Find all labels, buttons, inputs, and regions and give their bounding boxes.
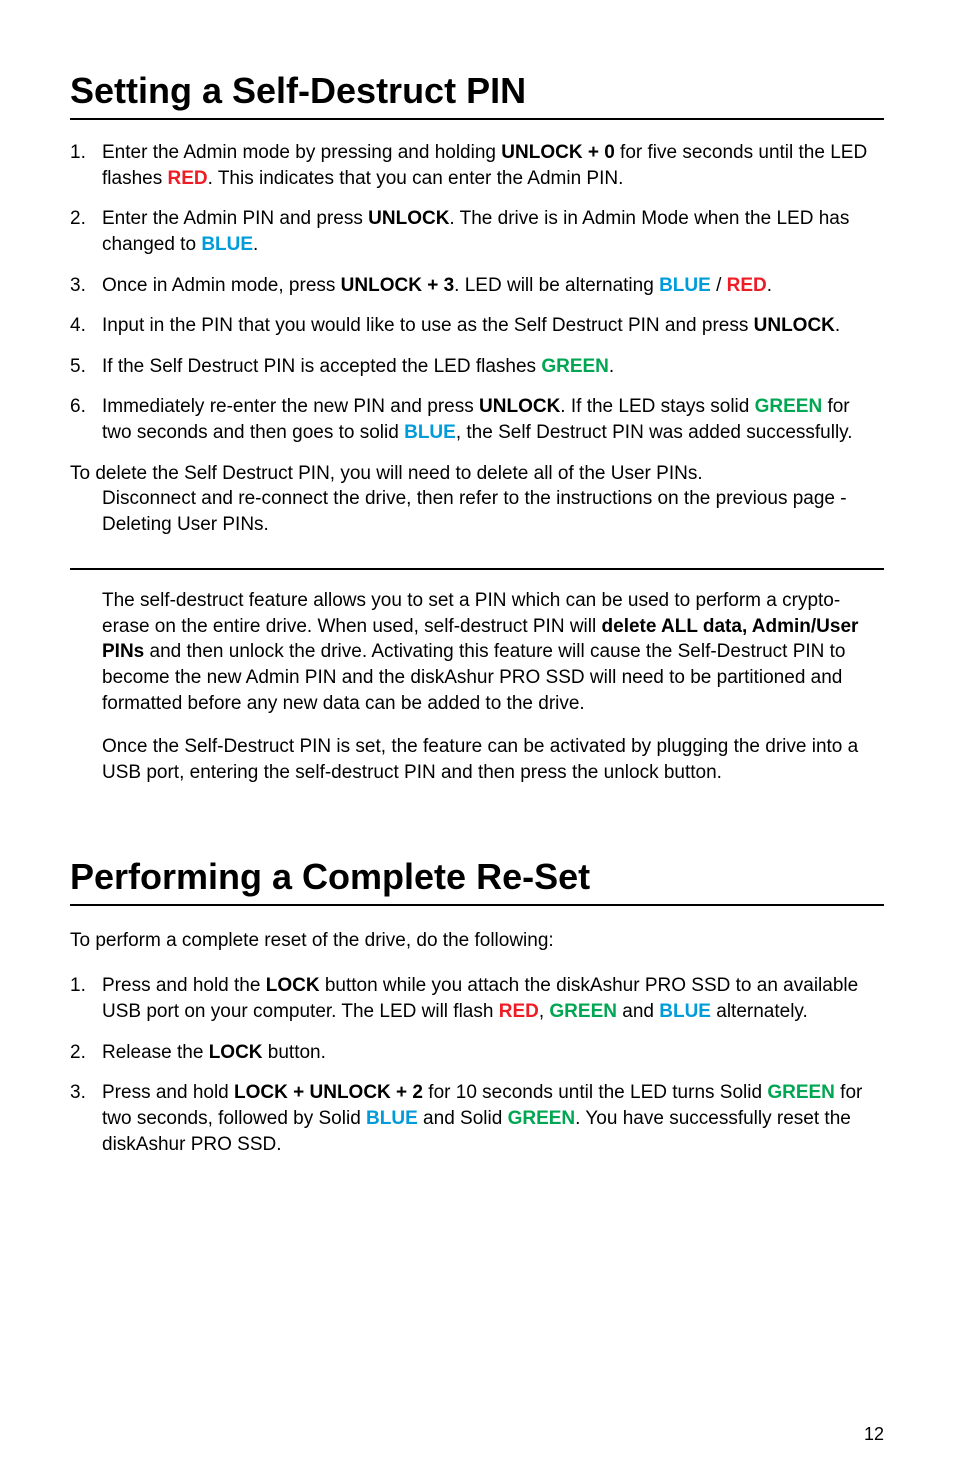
section1-para2: Once the Self-Destruct PIN is set, the f…: [102, 734, 884, 785]
text-part: BLUE: [404, 422, 456, 443]
text-part: and then unlock the drive. Activating th…: [102, 641, 846, 713]
text-part: Input in the PIN that you would like to …: [102, 315, 754, 336]
delete-lead: To delete the Self Destruct PIN, you wil…: [70, 463, 703, 484]
text-part: Immediately re-enter the new PIN and pre…: [102, 396, 479, 417]
text-part: . LED will be alternating: [454, 275, 659, 296]
list-item: 4.Input in the PIN that you would like t…: [70, 313, 884, 339]
divider: [70, 568, 884, 571]
list-item-text: Press and hold the LOCK button while you…: [102, 973, 884, 1024]
list-number: 3.: [70, 1080, 102, 1157]
text-part: /: [711, 275, 727, 296]
text-part: GREEN: [755, 396, 823, 417]
section-title-1: Setting a Self-Destruct PIN: [70, 70, 884, 120]
delete-note: To delete the Self Destruct PIN, you wil…: [70, 461, 884, 538]
list-item-text: Input in the PIN that you would like to …: [102, 313, 884, 339]
list-item: 3.Press and hold LOCK + UNLOCK + 2 for 1…: [70, 1080, 884, 1157]
section2-list: 1.Press and hold the LOCK button while y…: [70, 973, 884, 1157]
list-item: 1.Enter the Admin mode by pressing and h…: [70, 140, 884, 191]
list-item: 2.Enter the Admin PIN and press UNLOCK. …: [70, 206, 884, 257]
list-number: 5.: [70, 354, 102, 380]
list-item-text: Enter the Admin mode by pressing and hol…: [102, 140, 884, 191]
list-number: 2.: [70, 206, 102, 257]
list-item-text: Release the LOCK button.: [102, 1040, 884, 1066]
text-part: UNLOCK + 0: [501, 142, 615, 163]
text-part: , the Self Destruct PIN was added succes…: [456, 422, 853, 443]
text-part: BLUE: [659, 275, 711, 296]
list-number: 4.: [70, 313, 102, 339]
section2-intro: To perform a complete reset of the drive…: [70, 928, 884, 954]
list-item-text: Press and hold LOCK + UNLOCK + 2 for 10 …: [102, 1080, 884, 1157]
text-part: . If the LED stays solid: [560, 396, 754, 417]
list-number: 6.: [70, 394, 102, 445]
section-title-2: Performing a Complete Re-Set: [70, 856, 884, 906]
text-part: If the Self Destruct PIN is accepted the…: [102, 356, 541, 377]
text-part: and: [617, 1001, 659, 1022]
text-part: BLUE: [201, 234, 253, 255]
text-part: BLUE: [366, 1108, 418, 1129]
text-part: GREEN: [549, 1001, 617, 1022]
text-part: GREEN: [508, 1108, 576, 1129]
section1-para1: The self-destruct feature allows you to …: [102, 588, 884, 716]
text-part: BLUE: [659, 1001, 711, 1022]
page-number: 12: [864, 1424, 884, 1445]
text-part: UNLOCK: [754, 315, 835, 336]
list-number: 1.: [70, 140, 102, 191]
list-item: 2.Release the LOCK button.: [70, 1040, 884, 1066]
text-part: Press and hold the: [102, 975, 266, 996]
text-part: LOCK: [209, 1042, 263, 1063]
text-part: for 10 seconds until the LED turns Solid: [423, 1082, 767, 1103]
list-item-text: Enter the Admin PIN and press UNLOCK. Th…: [102, 206, 884, 257]
text-part: and Solid: [418, 1108, 508, 1129]
list-item: 5.If the Self Destruct PIN is accepted t…: [70, 354, 884, 380]
text-part: ,: [539, 1001, 550, 1022]
text-part: Release the: [102, 1042, 209, 1063]
text-part: RED: [727, 275, 767, 296]
list-number: 3.: [70, 273, 102, 299]
list-item-text: Once in Admin mode, press UNLOCK + 3. LE…: [102, 273, 884, 299]
text-part: Once in Admin mode, press: [102, 275, 341, 296]
list-number: 1.: [70, 973, 102, 1024]
delete-hang: Disconnect and re-connect the drive, the…: [102, 486, 884, 537]
text-part: .: [609, 356, 614, 377]
text-part: UNLOCK: [368, 208, 449, 229]
list-item: 3.Once in Admin mode, press UNLOCK + 3. …: [70, 273, 884, 299]
text-part: RED: [167, 168, 207, 189]
list-number: 2.: [70, 1040, 102, 1066]
text-part: UNLOCK + 3: [341, 275, 455, 296]
text-part: Enter the Admin mode by pressing and hol…: [102, 142, 501, 163]
text-part: .: [835, 315, 840, 336]
list-item-text: If the Self Destruct PIN is accepted the…: [102, 354, 884, 380]
list-item: 6.Immediately re-enter the new PIN and p…: [70, 394, 884, 445]
section1-list: 1.Enter the Admin mode by pressing and h…: [70, 140, 884, 446]
text-part: UNLOCK: [479, 396, 560, 417]
list-item: 1.Press and hold the LOCK button while y…: [70, 973, 884, 1024]
text-part: . This indicates that you can enter the …: [208, 168, 624, 189]
text-part: LOCK: [266, 975, 320, 996]
text-part: .: [253, 234, 258, 255]
text-part: RED: [499, 1001, 539, 1022]
text-part: GREEN: [541, 356, 609, 377]
text-part: Press and hold: [102, 1082, 234, 1103]
list-item-text: Immediately re-enter the new PIN and pre…: [102, 394, 884, 445]
text-part: button.: [263, 1042, 326, 1063]
text-part: GREEN: [767, 1082, 835, 1103]
text-part: .: [767, 275, 772, 296]
text-part: alternately.: [711, 1001, 808, 1022]
text-part: Enter the Admin PIN and press: [102, 208, 368, 229]
text-part: LOCK + UNLOCK + 2: [234, 1082, 423, 1103]
